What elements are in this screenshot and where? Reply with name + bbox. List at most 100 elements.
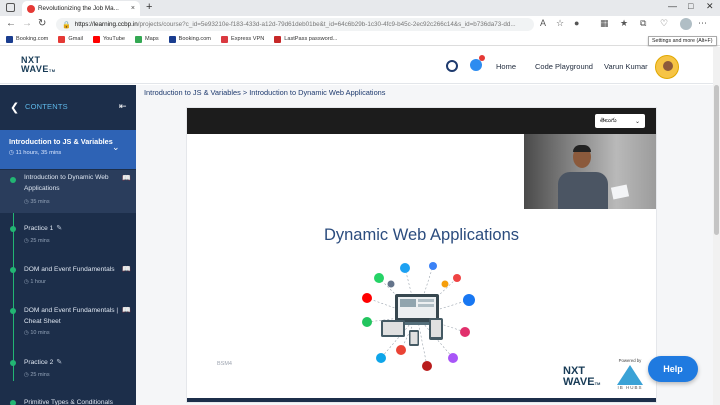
back-chevron-icon[interactable]: ❮ [10,101,19,114]
sidebar-item-duration: ◷ 10 mins [24,330,50,336]
browser-essentials-icon[interactable]: ♡ [660,18,668,29]
window-close-icon[interactable]: ✕ [706,1,714,12]
sidebar-item-practice-1[interactable]: Practice 1 ✎ ◷ 25 mins [0,221,136,251]
topic-title: Introduction to JS & Variables [9,137,113,146]
help-button[interactable]: Help [648,356,698,382]
instructor-webcam [524,134,656,209]
bookmark-item[interactable]: Booking.com [168,35,211,43]
ib-hubs-logo-icon [617,365,643,385]
sidebar-item-intro-dynamic-web-apps[interactable]: Introduction to Dynamic Web Applications… [0,170,136,213]
topic-header[interactable]: Introduction to JS & Variables ◷ 11 hour… [0,130,136,169]
nxtwave-slide-logo: NXT WAVETM [563,365,601,388]
bookmark-icon [6,35,13,43]
lock-icon: 🔒 [62,21,71,29]
extension-icon[interactable]: ● [574,18,579,28]
minimize-icon[interactable]: — [668,1,677,11]
bookmark-item[interactable]: Express VPN [220,35,264,43]
sidebar-item-label: Practice 1 ✎ [24,225,63,232]
nxtwave-logo[interactable]: NXT WAVETM [21,56,56,75]
sidebar-item-primitive-types[interactable]: Primitive Types & Conditionals [0,395,136,405]
streak-timer-icon[interactable] [446,60,458,72]
bookmark-item[interactable]: LastPass password... [274,35,337,43]
pencil-icon: ✎ [56,225,63,232]
bookmark-item[interactable]: Gmail [58,35,83,43]
favorite-star-icon[interactable]: ☆ [556,18,564,29]
book-icon: 📖 [122,307,131,314]
sidebar-item-dom-event-fundamentals[interactable]: DOM and Event Fundamentals ◷ 1 hour 📖 [0,262,136,292]
video-progress-bar[interactable] [187,398,656,402]
course-sidebar: ❮ CONTENTS ⇤ Introduction to JS & Variab… [0,85,136,405]
sidebar-item-duration: ◷ 25 mins [24,372,50,378]
video-toolbar: తెలుగు ⌄ [187,108,656,134]
bookmarks-bar: Booking.com Gmail YouTube Maps Booking.c… [0,33,720,46]
gmail-icon [58,35,66,43]
maximize-icon[interactable]: □ [688,1,693,11]
favorites-icon[interactable]: ★ [620,18,628,29]
browser-tabstrip: Revolutionizing the Job Ma... × + — □ ✕ [0,0,720,16]
bookmark-icon [168,35,176,43]
completed-dot-icon [10,400,16,405]
read-aloud-icon[interactable]: A [540,18,546,28]
language-select[interactable]: తెలుగు ⌄ [595,114,645,128]
sidebar-item-label: DOM and Event Fundamentals [24,266,115,273]
bookmark-item[interactable]: Maps [134,35,159,43]
pencil-icon: ✎ [56,359,63,366]
bookmark-item[interactable]: Booking.com [6,35,48,43]
tab-favicon-icon [27,4,35,13]
forward-icon[interactable]: → [22,18,32,29]
lastpass-icon [274,35,282,43]
split-screen-icon[interactable]: ▦ [600,18,609,29]
contents-label: CONTENTS [25,102,68,111]
tab-actions-icon[interactable] [6,3,15,12]
chevron-down-icon[interactable]: ⌄ [112,142,120,153]
sidebar-item-duration: ◷ 35 mins [24,199,50,205]
url-text: https://learning.ccbp.in/projects/course… [74,21,516,28]
video-player[interactable]: తెలుగు ⌄ Dynamic Web Applications BSM4 N… [187,108,656,402]
chevron-down-icon: ⌄ [634,118,640,125]
notification-dot-icon [479,55,485,61]
new-tab-button[interactable]: + [146,1,152,13]
web-apps-illustration [362,262,475,371]
maps-icon [134,35,142,43]
breadcrumb[interactable]: Introduction to JS & Variables > Introdu… [144,88,386,97]
vpn-icon [220,35,228,43]
address-bar[interactable]: 🔒 https://learning.ccbp.in/projects/cour… [56,18,534,31]
tab-close-icon[interactable]: × [131,5,135,12]
sidebar-item-label: DOM and Event Fundamentals | Cheat Sheet [24,307,119,325]
collapse-sidebar-icon[interactable]: ⇤ [119,101,127,112]
collections-icon[interactable]: ⧉ [640,18,646,29]
settings-tooltip: Settings and more (Alt+F) [648,36,717,46]
nav-code-playground[interactable]: Code Playground [535,62,593,71]
powered-by-ib-hubs: Powered by IB HUBS [617,358,643,390]
back-icon[interactable]: ← [6,18,16,29]
sidebar-item-duration: ◷ 25 mins [24,238,50,244]
browser-tab[interactable]: Revolutionizing the Job Ma... × [22,1,140,16]
sidebar-item-label: Introduction to Dynamic Web Applications [24,174,109,192]
user-name[interactable]: Varun Kumar [604,62,648,71]
sidebar-item-duration: ◷ 1 hour [24,279,46,285]
completed-dot-icon [10,360,16,366]
slide-title: Dynamic Web Applications [323,226,520,244]
settings-more-icon[interactable]: ⋯ [698,18,707,29]
scrollbar-thumb[interactable] [714,85,719,235]
youtube-icon [92,35,100,43]
profile-avatar-icon[interactable] [680,18,692,30]
refresh-icon[interactable]: ↻ [38,18,46,29]
completed-dot-icon [10,177,16,183]
bookmark-item[interactable]: YouTube [92,35,125,43]
devices-icon [381,294,443,346]
completed-dot-icon [10,308,16,314]
tab-title: Revolutionizing the Job Ma... [38,5,119,12]
nav-home[interactable]: Home [496,62,516,71]
topic-duration: ◷ 11 hours, 35 mins [9,150,62,156]
sidebar-item-label: Practice 2 ✎ [24,359,63,366]
sidebar-item-practice-2[interactable]: Practice 2 ✎ ◷ 25 mins [0,355,136,385]
completed-dot-icon [10,226,16,232]
sidebar-item-dom-cheat-sheet[interactable]: DOM and Event Fundamentals | Cheat Sheet… [0,303,136,339]
slide-watermark: BSM4 [217,361,232,367]
completed-dot-icon [10,267,16,273]
book-icon: 📖 [122,175,131,182]
user-avatar[interactable] [655,55,679,79]
sidebar-item-label: Primitive Types & Conditionals [24,399,113,405]
book-icon: 📖 [122,266,131,273]
